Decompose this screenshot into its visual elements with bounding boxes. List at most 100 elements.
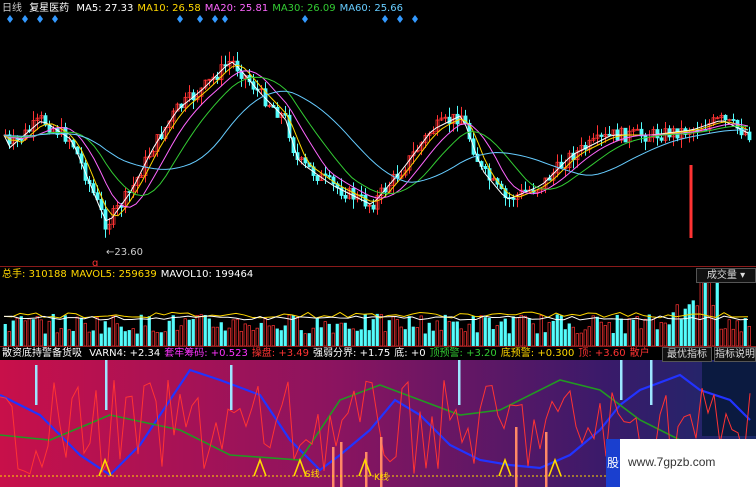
volume-bar [175,329,179,346]
candle [11,129,16,150]
ind-item: VARN4: +2.34 [89,348,160,359]
volume-bar [43,333,47,346]
volume-bar [131,328,135,346]
ma-label: MA20: [204,3,237,14]
volume-bar [87,331,91,346]
candle [747,126,752,143]
volume-bar [27,318,31,346]
volume-bar [611,333,615,346]
volume-bar [59,328,63,346]
watermark: 股 www.7gpzb.com [606,439,756,487]
candle [375,190,380,215]
volume-bar [295,316,299,346]
volume-bar [451,321,455,346]
signal-bar [230,365,233,410]
volume-bar [391,315,395,346]
volume-bar [71,330,75,346]
ind-item: 底预警: +0.300 [501,348,575,359]
volume-bar [47,320,51,346]
volume-bar [631,319,635,346]
ma-label: MA5: [76,3,102,14]
volume-bar [247,325,251,346]
volume-bar [267,325,271,346]
volume-bar [711,304,715,346]
vol-value: 310188 [28,269,67,280]
candle [567,150,572,172]
volume-bar [379,314,383,346]
volume-bar [315,318,319,346]
volume-bar [499,321,503,346]
ma-value: 25.66 [374,3,403,14]
ind-value: +0 [410,348,426,359]
volume-bar [171,315,175,346]
candle [551,168,556,186]
volume-bar [151,330,155,346]
volume-bar [335,323,339,346]
ma-item: MA60: 25.66 [340,3,403,14]
best-indicator-button[interactable]: 最优指标 [662,347,712,362]
candle [195,89,200,103]
signal-diamond-icon [177,15,183,23]
volume-bar [139,314,143,346]
volume-bar [691,300,695,346]
volume-bar [15,317,19,346]
candle [483,163,488,174]
volume-bar [323,321,327,346]
volume-bar [571,326,575,346]
volume-bar [231,319,235,346]
ma-label: MA10: [137,3,169,14]
ind-value: +3.60 [594,348,626,359]
volume-bar [683,308,687,346]
ma-value: 25.81 [239,3,269,14]
volume-bar [203,315,207,346]
volume-bar [715,279,719,346]
volume-bar [383,331,387,346]
volume-bar [107,327,111,346]
ind-label: 顶: [578,348,592,359]
volume-bar [719,328,723,346]
volume-bar [635,316,639,346]
volume-bar [303,333,307,346]
volume-bar [539,315,543,346]
volume-bar [143,325,147,346]
signal-diamond-icon [382,15,388,23]
candle [267,103,272,108]
volume-indicator-select[interactable]: 成交量 ▾ [696,268,756,283]
candle [715,116,720,120]
volume-bar [179,325,183,346]
candle [731,113,736,124]
volume-bar [147,316,151,346]
ind-value: +1.75 [359,348,391,359]
volume-bar [627,318,631,346]
signal-bar [545,432,548,487]
volume-bar [511,316,515,346]
candle [587,135,592,154]
volume-bar [527,318,531,346]
volume-bar [655,329,659,346]
volume-bar [591,315,595,346]
volume-bar [639,328,643,346]
candle [523,181,528,193]
best-indicator-label: 最优指标 [667,349,707,360]
ind-item: 顶预警: +3.20 [430,348,497,359]
volume-bar [31,319,35,346]
volume-bar [651,318,655,346]
volume-bar [515,317,519,346]
volume-bar [55,332,59,346]
volume-header: 总手: 310188 MAVOL5: 259639 MAVOL10: 199464 [2,268,261,281]
signal-diamond-icon [412,15,418,23]
watermark-logo: 股 [606,439,620,487]
candle [223,55,228,73]
volume-bar [363,314,367,346]
volume-bar [235,318,239,346]
indicator-help-button[interactable]: 指标说明 [714,347,756,362]
candle [151,149,156,157]
signal-bar [35,365,38,405]
volume-bar [603,325,607,346]
volume-bar [103,321,107,346]
volume-bar [731,328,735,346]
volume-bar [523,315,527,346]
candlestick-chart[interactable]: q [0,0,756,266]
volume-bar [659,322,663,346]
volume-bar [443,314,447,346]
